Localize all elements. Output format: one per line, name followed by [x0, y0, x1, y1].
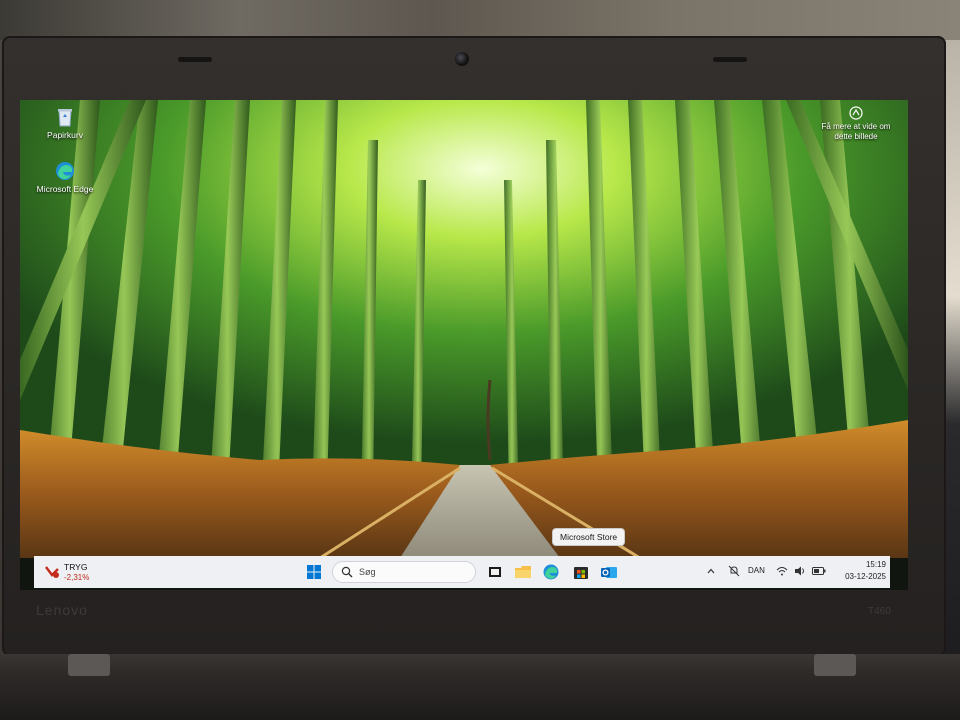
- desktop-wallpaper: [20, 100, 908, 558]
- language-indicator[interactable]: DAN: [748, 566, 765, 575]
- notifications-off-icon[interactable]: [728, 565, 740, 577]
- recycle-bin-icon: [58, 109, 72, 127]
- clock-date: 03-12-2025: [845, 572, 886, 581]
- hinge: [68, 654, 110, 676]
- laptop-screen: Papirkurv Microsoft Edge Få mere at vide…: [20, 100, 908, 590]
- laptop-model: T460: [868, 606, 891, 617]
- learn-about-picture-label: Få mere at vide om dette billede: [821, 122, 891, 141]
- clock[interactable]: 15:19 03-12-2025: [840, 559, 886, 583]
- bezel-slit: [178, 57, 212, 62]
- hinge: [814, 654, 856, 676]
- volume-icon[interactable]: [794, 565, 806, 577]
- file-explorer-icon[interactable]: [514, 563, 532, 581]
- tooltip: Microsoft Store: [552, 528, 626, 546]
- chevron-up-icon[interactable]: [706, 566, 716, 576]
- laptop-brand: Lenovo: [36, 602, 88, 618]
- outlook-icon[interactable]: [600, 563, 618, 581]
- task-view-icon[interactable]: [486, 563, 504, 581]
- desktop-icon-label: Papirkurv: [47, 130, 83, 140]
- stock-change: -2,31%: [64, 573, 90, 582]
- wifi-icon[interactable]: [776, 565, 788, 577]
- microsoft-store-icon[interactable]: [572, 563, 590, 581]
- clock-time: 15:19: [865, 560, 886, 569]
- start-button[interactable]: [306, 564, 322, 580]
- search-placeholder: Søg: [359, 567, 376, 577]
- stock-name: TRYG: [64, 562, 88, 572]
- desktop-icon-edge[interactable]: Microsoft Edge: [30, 160, 100, 194]
- learn-about-picture[interactable]: Få mere at vide om dette billede: [815, 106, 897, 142]
- photo-scene: Lenovo T460 Papirkurv Microsoft Edge Få …: [0, 0, 960, 720]
- room-background: [0, 0, 960, 40]
- edge-icon[interactable]: [542, 563, 560, 581]
- camera-icon: [849, 106, 863, 120]
- stock-widget[interactable]: TRYG -2,31%: [40, 560, 120, 584]
- search-box[interactable]: Søg: [332, 561, 476, 583]
- webcam: [455, 52, 469, 66]
- desktop-icon-label: Microsoft Edge: [36, 184, 94, 194]
- desktop-icon-recycle-bin[interactable]: Papirkurv: [30, 106, 100, 140]
- taskbar: TRYG -2,31% Søg DAN 15:19 03-12-2025: [34, 556, 890, 588]
- bezel-slit: [713, 57, 747, 62]
- battery-icon[interactable]: [812, 566, 826, 576]
- edge-icon: [56, 162, 74, 180]
- stock-down-icon: [45, 566, 59, 578]
- search-icon: [341, 566, 353, 578]
